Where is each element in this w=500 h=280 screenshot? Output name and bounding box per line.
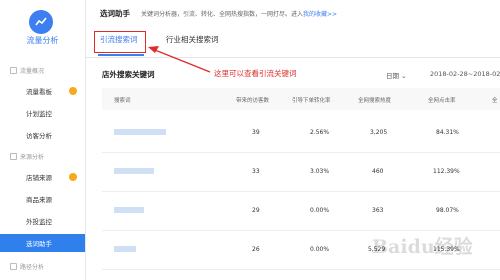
cell-conversion: 0.00%	[310, 246, 330, 253]
header-bar: 选词助手 关键词分析器，引流、转化、全网热搜指数，一网打尽。进入我的收藏>>	[86, 0, 500, 24]
chart-logo-icon	[29, 10, 53, 34]
sidebar-item-product-source[interactable]: 商品来源	[0, 190, 85, 208]
tab-industry-keywords[interactable]: 行业相关搜索词	[166, 34, 219, 45]
nav-section-path: 路径分析	[10, 262, 44, 271]
highlight-box	[94, 31, 146, 53]
col-conversion[interactable]: 引导下单转化率	[292, 96, 331, 104]
sidebar-item-keyword-assistant[interactable]: 选词助手	[0, 234, 85, 252]
badge-dot	[69, 87, 77, 95]
col-search-heat[interactable]: 全网搜索热度	[358, 96, 391, 104]
sidebar-item-plan-monitor[interactable]: 计划监控	[0, 104, 85, 122]
table-row[interactable]: 29 0.00% 363 98.07%	[102, 194, 500, 231]
blurred-keyword	[114, 246, 136, 252]
date-selector[interactable]: 日期 ⌄	[386, 70, 407, 80]
cell-ctr: 112.39%	[433, 168, 460, 175]
watermark: Baidu经验	[372, 236, 473, 258]
cell-visitors: 39	[252, 129, 260, 136]
section-icon	[10, 67, 17, 74]
blurred-keyword	[114, 168, 154, 174]
cell-search-heat: 363	[372, 207, 384, 214]
col-ctr[interactable]: 全网点击率	[428, 96, 456, 104]
sidebar-item-traffic-board[interactable]: 流量看板	[0, 82, 85, 100]
table-title: 店外搜索关键词	[102, 70, 155, 79]
nav-section-overview: 流量概况	[10, 66, 44, 75]
cell-ctr: 84.31%	[436, 129, 459, 136]
table-row[interactable]: 33 3.03% 460 112.39%	[102, 155, 500, 192]
active-tab-indicator	[98, 54, 144, 56]
favorites-link[interactable]: 我的收藏>>	[303, 11, 337, 18]
badge-dot	[69, 173, 77, 181]
section-icon	[10, 153, 17, 160]
cell-ctr: 98.07%	[436, 207, 459, 214]
section-icon	[10, 263, 17, 270]
sidebar-item-shop-source[interactable]: 店铺来源	[0, 168, 85, 186]
sidebar-item-visitor-analysis[interactable]: 访客分析	[0, 126, 85, 144]
cell-conversion: 3.03%	[310, 168, 330, 175]
nav-section-source: 来源分析	[10, 152, 44, 161]
blurred-keyword	[114, 207, 144, 213]
table-header: 搜索词 带来的访客数 引导下单转化率 全网搜索热度 全网点击率 全	[102, 88, 500, 110]
date-range[interactable]: 2018-02-28~2018-02-	[430, 70, 500, 78]
page-title: 选词助手	[100, 9, 130, 18]
col-more: 全	[492, 98, 498, 104]
cell-conversion: 2.56%	[310, 129, 330, 136]
tab-bar: 引流搜索词 行业相关搜索词	[86, 24, 500, 58]
annotation-text: 这里可以查看引流关键词	[214, 69, 297, 78]
page-description: 关键词分析器，引流、转化、全网热搜指数，一网打尽。进入我的收藏>>	[141, 11, 338, 18]
col-keyword: 搜索词	[114, 98, 131, 104]
sidebar-item-external-monitor[interactable]: 外投监控	[0, 212, 85, 230]
cell-search-heat: 3,205	[370, 129, 388, 136]
col-visitors[interactable]: 带来的访客数	[236, 96, 269, 104]
cell-visitors: 29	[252, 207, 260, 214]
brand-title: 流量分析	[26, 36, 59, 45]
blurred-keyword	[114, 129, 166, 135]
sidebar: 流量分析 流量概况 流量看板 计划监控 访客分析 来源分析 店铺来源 商品来源 …	[0, 0, 86, 280]
cell-conversion: 0.00%	[310, 207, 330, 214]
table-row[interactable]: 39 2.56% 3,205 84.31%	[102, 116, 500, 153]
cell-visitors: 33	[252, 168, 260, 175]
cell-visitors: 26	[252, 246, 260, 253]
cell-search-heat: 460	[372, 168, 384, 175]
